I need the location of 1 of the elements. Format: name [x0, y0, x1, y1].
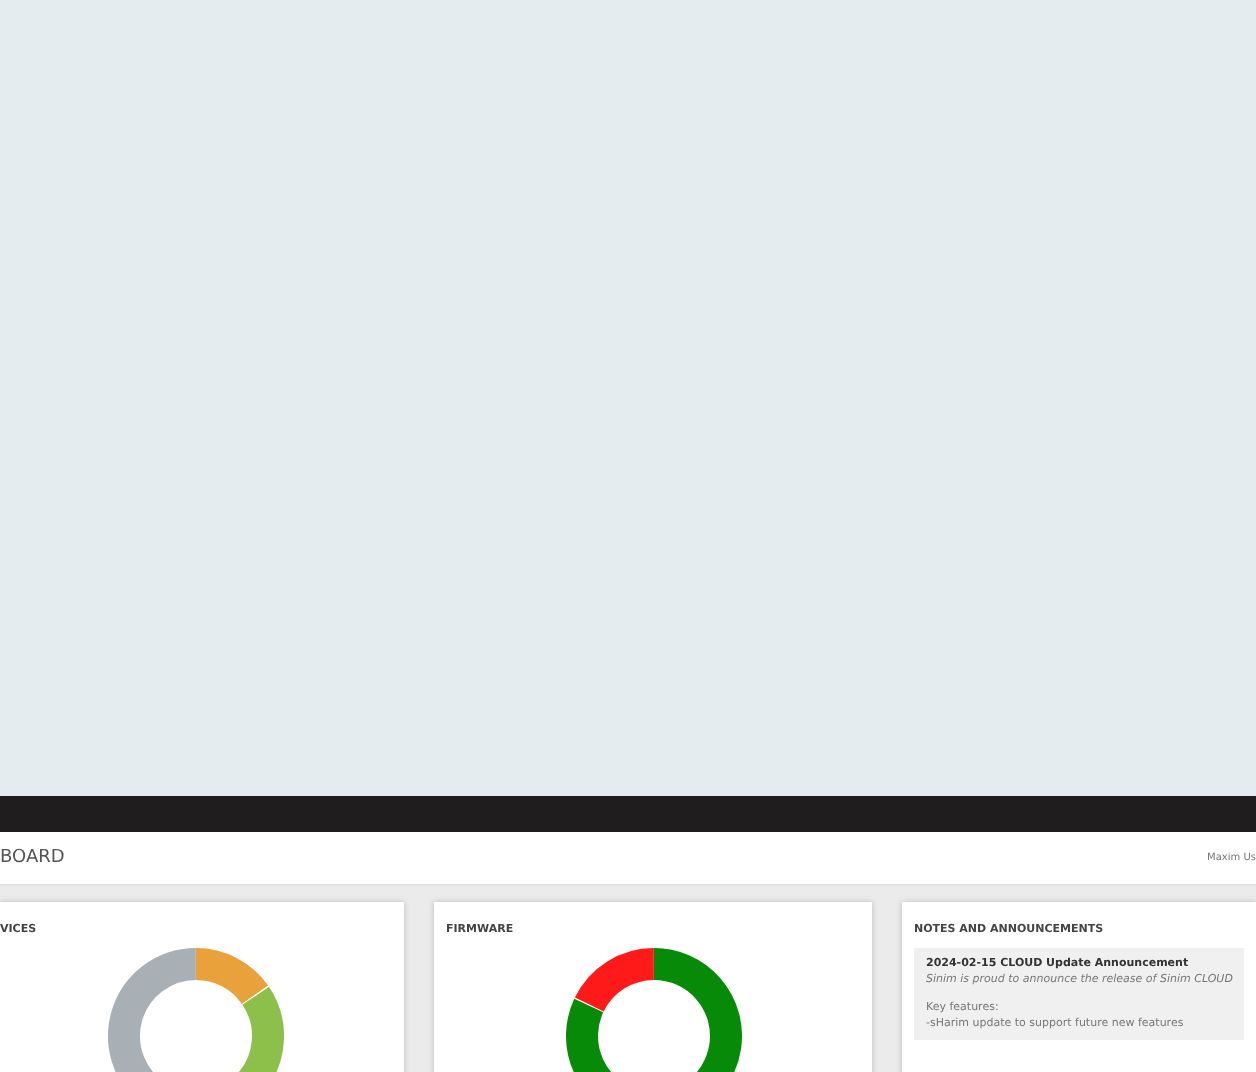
page-title: BOARD — [0, 848, 65, 868]
